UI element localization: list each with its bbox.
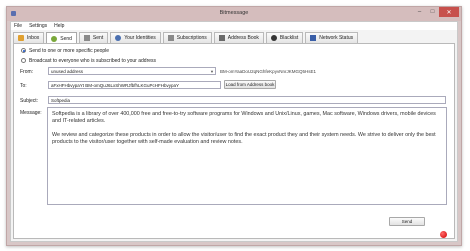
- menu-settings[interactable]: Settings: [29, 23, 47, 29]
- message-paragraph-1: Softpedia is a library of over 400,000 f…: [52, 111, 436, 124]
- inbox-icon: [18, 35, 24, 41]
- subject-label: Subject:: [20, 98, 39, 104]
- maximize-icon[interactable]: □: [426, 7, 439, 17]
- tab-address-book[interactable]: Address Book: [213, 32, 264, 43]
- radio-specific-row[interactable]: Send to one or more specific people: [21, 47, 109, 54]
- window-title: Bitmessage: [219, 10, 249, 16]
- tab-send-label: Send: [60, 35, 72, 42]
- network-status-icon: [310, 35, 317, 41]
- send-icon: [51, 35, 58, 42]
- to-label: To:: [20, 83, 27, 89]
- message-label: Message:: [20, 110, 42, 116]
- blacklist-icon: [270, 35, 277, 41]
- load-from-address-book-button[interactable]: Load from Address book: [224, 80, 276, 89]
- menu-help[interactable]: Help: [54, 23, 64, 29]
- message-textarea[interactable]: Softpedia is a library of over 400,000 f…: [47, 107, 447, 205]
- main-window: Bitmessage – □ ✕ File Settings Help Inbo…: [6, 6, 462, 246]
- to-input[interactable]: aFxHFHbvypaYt BM-omQuJ6LxShWRJfbfhLKGuPc…: [48, 81, 221, 89]
- tab-blacklist[interactable]: Blacklist: [265, 32, 304, 43]
- status-indicator-icon: [440, 231, 447, 238]
- title-bar: Bitmessage – □ ✕: [7, 7, 461, 21]
- radio-specific[interactable]: [21, 48, 26, 53]
- subject-input[interactable]: Softpedia: [48, 96, 446, 104]
- tab-inbox[interactable]: Inbox: [13, 32, 45, 43]
- identities-icon: [115, 35, 122, 41]
- chevron-down-icon: ▼: [210, 69, 214, 74]
- tab-network-status[interactable]: Network Status: [305, 32, 359, 43]
- tab-address-book-label: Address Book: [227, 35, 259, 41]
- menu-file[interactable]: File: [14, 23, 22, 29]
- radio-broadcast-label: Broadcast to everyone who is subscribed …: [29, 57, 157, 64]
- from-combo[interactable]: unused address ▼: [48, 67, 216, 75]
- tab-sent[interactable]: Sent: [78, 32, 109, 43]
- menu-bar: File Settings Help: [11, 22, 457, 30]
- tab-inbox-label: Inbox: [27, 35, 40, 41]
- radio-broadcast[interactable]: [21, 58, 26, 63]
- tab-subscriptions[interactable]: Subscriptions: [162, 32, 212, 43]
- radio-specific-label: Send to one or more specific people: [29, 47, 110, 54]
- tab-bar: Inbox Send Sent Your Identities Subscrip…: [13, 32, 455, 44]
- tab-your-identities-label: Your Identities: [124, 35, 156, 41]
- window-controls: – □ ✕: [413, 7, 459, 17]
- client-area: File Settings Help Inbox Send Sent Your …: [10, 21, 458, 242]
- tab-network-status-label: Network Status: [319, 35, 354, 41]
- radio-broadcast-row[interactable]: Broadcast to everyone who is subscribed …: [21, 57, 156, 64]
- close-icon[interactable]: ✕: [439, 7, 459, 17]
- tab-blacklist-label: Blacklist: [279, 35, 299, 41]
- from-combo-value: unused address: [51, 69, 84, 74]
- address-book-icon: [218, 35, 225, 41]
- subscriptions-icon: [167, 35, 174, 41]
- tab-your-identities[interactable]: Your Identities: [110, 32, 161, 43]
- from-label: From:: [20, 69, 34, 75]
- minimize-icon[interactable]: –: [413, 7, 426, 17]
- sent-icon: [83, 35, 90, 41]
- from-address: BM-omYaaDoU2qNGhfeKpyvNnrJKMGQ5HsE1: [220, 69, 316, 74]
- tab-sent-label: Sent: [92, 35, 104, 41]
- send-button[interactable]: Send: [389, 217, 425, 226]
- message-paragraph-2: We review and categorize these products …: [52, 132, 436, 145]
- tab-subscriptions-label: Subscriptions: [176, 35, 207, 41]
